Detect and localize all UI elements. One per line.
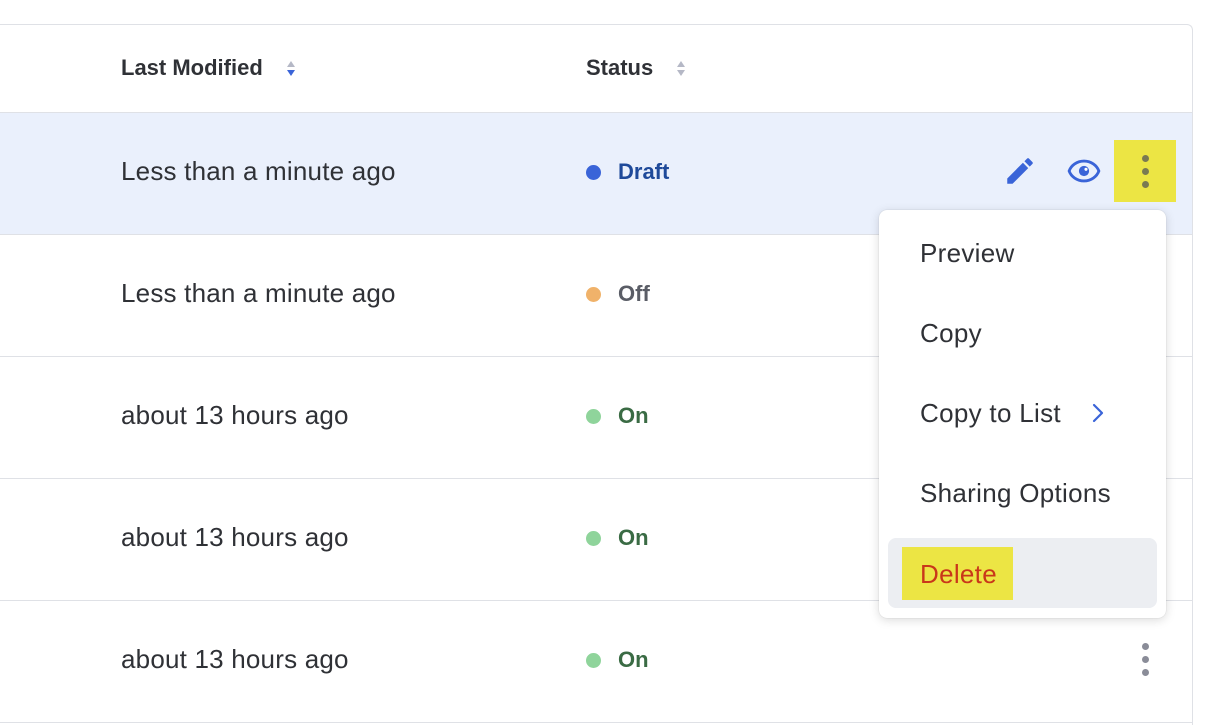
column-header-label: Status: [586, 55, 654, 80]
preview-button[interactable]: [1064, 151, 1104, 191]
menu-item-label: Copy: [920, 317, 982, 348]
eye-icon: [1067, 159, 1101, 183]
last-modified-cell: about 13 hours ago: [121, 644, 349, 674]
row-actions: [1114, 628, 1176, 690]
status-label: Draft: [618, 159, 670, 184]
menu-item-delete[interactable]: Delete: [888, 538, 1157, 608]
column-header-last-modified[interactable]: Last Modified: [121, 55, 295, 81]
column-header-status[interactable]: Status: [586, 55, 686, 81]
status-dot: [586, 164, 601, 180]
sort-icon[interactable]: [677, 60, 686, 76]
status-label: On: [618, 525, 649, 550]
status-dot: [586, 408, 601, 424]
table-header: Last Modified Status: [0, 25, 1192, 113]
edit-button[interactable]: [1000, 151, 1040, 191]
status-label: On: [618, 403, 649, 428]
context-menu: Preview Copy Copy to List Sharing Option…: [879, 210, 1166, 618]
more-options-button[interactable]: [1114, 140, 1176, 202]
chevron-right-icon: [1091, 402, 1105, 424]
sort-ascending-icon: [286, 60, 295, 67]
more-options-button[interactable]: [1114, 628, 1176, 690]
menu-item-copy[interactable]: Copy: [888, 298, 1157, 368]
status-dot: [586, 286, 601, 302]
menu-item-preview[interactable]: Preview: [888, 218, 1157, 288]
status-badge: Draft: [586, 159, 669, 185]
menu-item-label: Sharing Options: [920, 477, 1111, 508]
column-header-label: Last Modified: [121, 55, 263, 80]
status-badge: On: [586, 525, 649, 551]
menu-item-sharing-options[interactable]: Sharing Options: [888, 458, 1157, 528]
menu-item-label: Copy to List: [920, 397, 1061, 428]
last-modified-cell: about 13 hours ago: [121, 400, 349, 430]
table-row[interactable]: about 13 hours ago On: [0, 601, 1192, 723]
last-modified-cell: Less than a minute ago: [121, 156, 396, 186]
pencil-icon: [1007, 158, 1033, 184]
status-badge: On: [586, 647, 649, 673]
menu-item-label: Preview: [920, 237, 1015, 268]
last-modified-cell: about 13 hours ago: [121, 522, 349, 552]
kebab-icon: [1141, 154, 1149, 188]
row-actions: [1000, 140, 1176, 202]
sort-descending-icon: [677, 69, 686, 76]
sort-descending-icon: [286, 69, 295, 76]
status-badge: Off: [586, 281, 650, 307]
sort-icon[interactable]: [286, 60, 295, 76]
menu-item-copy-to-list[interactable]: Copy to List: [888, 378, 1157, 448]
sort-ascending-icon: [677, 60, 686, 67]
status-label: On: [618, 647, 649, 672]
kebab-icon: [1141, 642, 1149, 676]
status-badge: On: [586, 403, 649, 429]
menu-item-label: Delete: [902, 546, 1013, 600]
status-dot: [586, 652, 601, 668]
status-label: Off: [618, 281, 650, 306]
last-modified-cell: Less than a minute ago: [121, 278, 396, 308]
status-dot: [586, 530, 601, 546]
